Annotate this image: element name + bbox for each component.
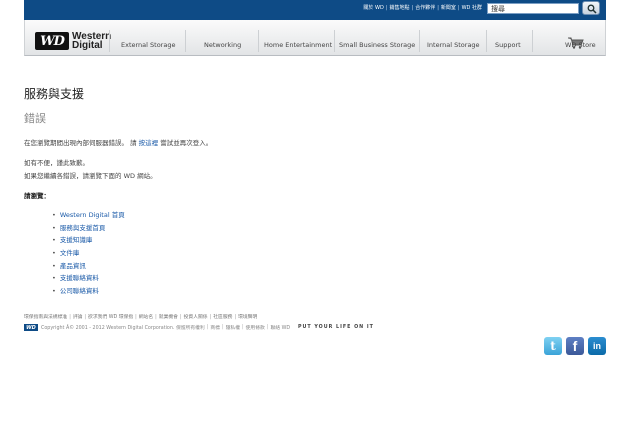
link-knowledge-base[interactable]: 支援知識庫 xyxy=(60,236,93,244)
nav-item-home-entertainment[interactable]: Home Entertainment xyxy=(264,41,332,49)
nav-item-wd-store[interactable]: WD Store xyxy=(565,41,596,49)
facebook-icon[interactable]: f xyxy=(566,337,584,355)
try-label: 請瀏覽： xyxy=(24,192,50,200)
nav-divider xyxy=(109,30,110,52)
nav-item-support[interactable]: Support xyxy=(495,41,521,49)
wd-mini-logo: WD xyxy=(24,324,38,331)
footer-links: 環保指南與法規標准 | 評論 | 欲求我們 WD 環保指 | 網站名 | 就業機會 | 投資人關係 |… xyxy=(24,315,258,320)
footer-link[interactable]: 環保指南與法規標准 xyxy=(24,315,67,320)
util-link-partners[interactable]: 合作夥伴 xyxy=(415,5,435,11)
list-item: • Western Digital 首頁 xyxy=(52,211,125,219)
wd-logo-wordmark: Western Digital xyxy=(72,31,112,51)
footer-link[interactable]: 環境聲明 xyxy=(238,315,257,320)
footer-link[interactable]: 網站名 xyxy=(139,315,153,320)
twitter-icon[interactable]: t xyxy=(544,337,562,355)
nav-divider xyxy=(258,30,259,52)
link-support-home[interactable]: 服務與支援首頁 xyxy=(60,224,106,232)
main-navigation: WD Western Digital External Storage Netw… xyxy=(24,20,606,56)
apology-text: 如有不便，謹此致歉。 xyxy=(24,159,89,167)
wd-logo[interactable]: WD Western Digital xyxy=(35,30,111,52)
footer-link[interactable]: 欲求我們 WD 環保指 xyxy=(88,315,133,320)
visit-sites-text: 如果您繼續各錯誤，請瀏覽下面的 WD 網站。 xyxy=(24,172,157,180)
list-item: • 產品資訊 xyxy=(52,261,86,270)
linkedin-icon[interactable]: in xyxy=(588,337,606,355)
retry-login-link[interactable]: 按這裡 xyxy=(139,139,159,147)
footer-link[interactable]: 評論 xyxy=(73,315,83,320)
footer-link[interactable]: 社區服務 xyxy=(213,315,232,320)
copyright-row: WD Copyright Â© 2001 - 2012 Western Digi… xyxy=(24,324,374,331)
search-input[interactable] xyxy=(487,3,579,14)
page-heading: 服務與支援 xyxy=(24,87,85,101)
tagline: PUT YOUR LIFE ON IT xyxy=(298,325,374,330)
link-product-info[interactable]: 產品資訊 xyxy=(60,262,86,270)
list-item: • 支援知識庫 xyxy=(52,236,93,245)
error-title: 錯誤 xyxy=(24,112,46,125)
link-company-contacts[interactable]: 公司聯絡資料 xyxy=(60,287,99,295)
util-link-where-to-buy[interactable]: 銷售地點 xyxy=(390,5,410,11)
util-link-about[interactable]: 關於 WD xyxy=(363,5,383,11)
footer-link[interactable]: 就業機會 xyxy=(159,315,178,320)
search-icon xyxy=(587,4,597,14)
nav-item-external-storage[interactable]: External Storage xyxy=(121,41,175,49)
list-item: • 支援聯絡資料 xyxy=(52,274,99,283)
link-support-contacts[interactable]: 支援聯絡資料 xyxy=(60,274,99,282)
footer-legal-link[interactable]: 使用條款 xyxy=(246,324,265,331)
wd-logo-mark: WD xyxy=(35,32,69,50)
footer-legal-link[interactable]: 商標 xyxy=(210,324,220,331)
search-button[interactable] xyxy=(582,1,600,15)
util-link-newsroom[interactable]: 新聞室 xyxy=(441,5,456,11)
error-message: 在您瀏覽期間出現內部伺服器錯誤。 請 按這裡 嘗試並再次登入。 xyxy=(24,139,213,147)
footer-legal-link[interactable]: 聯絡 WD xyxy=(270,324,290,331)
helpful-links-list: • Western Digital 首頁 • 服務與支援首頁 • 支援知識庫 • 文件庫… xyxy=(52,209,125,298)
list-item: • 公司聯絡資料 xyxy=(52,287,99,296)
link-wd-home[interactable]: Western Digital 首頁 xyxy=(60,211,125,219)
footer-link[interactable]: 投資人關係 xyxy=(184,315,208,320)
nav-divider xyxy=(419,30,420,52)
nav-item-small-business-storage[interactable]: Small Business Storage xyxy=(339,41,415,49)
utility-links: 關於 WD | 銷售地點 | 合作夥伴 | 新聞室 | WD 社群 xyxy=(363,5,482,11)
nav-divider xyxy=(486,30,487,52)
nav-divider xyxy=(334,30,335,52)
util-link-community[interactable]: WD 社群 xyxy=(462,5,482,11)
copyright-text: Copyright Â© 2001 - 2012 Western Digital… xyxy=(41,326,205,331)
nav-item-networking[interactable]: Networking xyxy=(204,41,241,49)
nav-divider xyxy=(185,30,186,52)
list-item: • 文件庫 xyxy=(52,249,80,258)
nav-item-internal-storage[interactable]: Internal Storage xyxy=(427,41,480,49)
nav-divider xyxy=(532,30,533,52)
footer-legal-link[interactable]: 隱私權 xyxy=(226,324,240,331)
link-document-library[interactable]: 文件庫 xyxy=(60,249,80,257)
list-item: • 服務與支援首頁 xyxy=(52,223,106,232)
